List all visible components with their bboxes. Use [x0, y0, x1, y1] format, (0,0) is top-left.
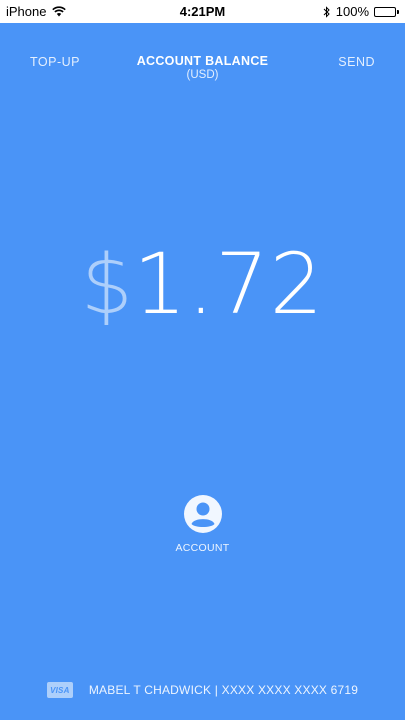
bluetooth-icon	[323, 5, 331, 18]
status-bar: iPhone 4:21PM 100%	[0, 0, 405, 23]
currency-symbol: $	[80, 238, 134, 333]
balance-amount: 1.72	[133, 235, 325, 333]
currency-subtitle: (USD)	[186, 69, 219, 81]
battery-percent: 100%	[335, 4, 369, 19]
card-holder-name: MABEL T CHADWICK	[88, 683, 212, 697]
battery-icon	[374, 6, 399, 17]
user-icon	[183, 494, 223, 534]
visa-card-icon: VISA	[46, 682, 73, 698]
status-right: 100%	[323, 4, 399, 19]
card-details: MABEL T CHADWICK | XXXX XXXX XXXX 6719	[89, 683, 358, 697]
account-button[interactable]: ACCOUNT	[0, 494, 405, 554]
card-number: XXXX XXXX XXXX 6719	[221, 683, 359, 697]
top-nav: TOP-UP ACCOUNT BALANCE (USD) SEND	[0, 23, 405, 93]
card-separator: |	[214, 683, 219, 697]
balance-screen: TOP-UP ACCOUNT BALANCE (USD) SEND $1.72 …	[0, 23, 405, 720]
account-label: ACCOUNT	[175, 542, 230, 554]
card-info: VISA MABEL T CHADWICK | XXXX XXXX XXXX 6…	[0, 682, 405, 698]
send-button[interactable]: SEND	[338, 55, 375, 69]
balance-display: $1.72	[0, 235, 405, 333]
